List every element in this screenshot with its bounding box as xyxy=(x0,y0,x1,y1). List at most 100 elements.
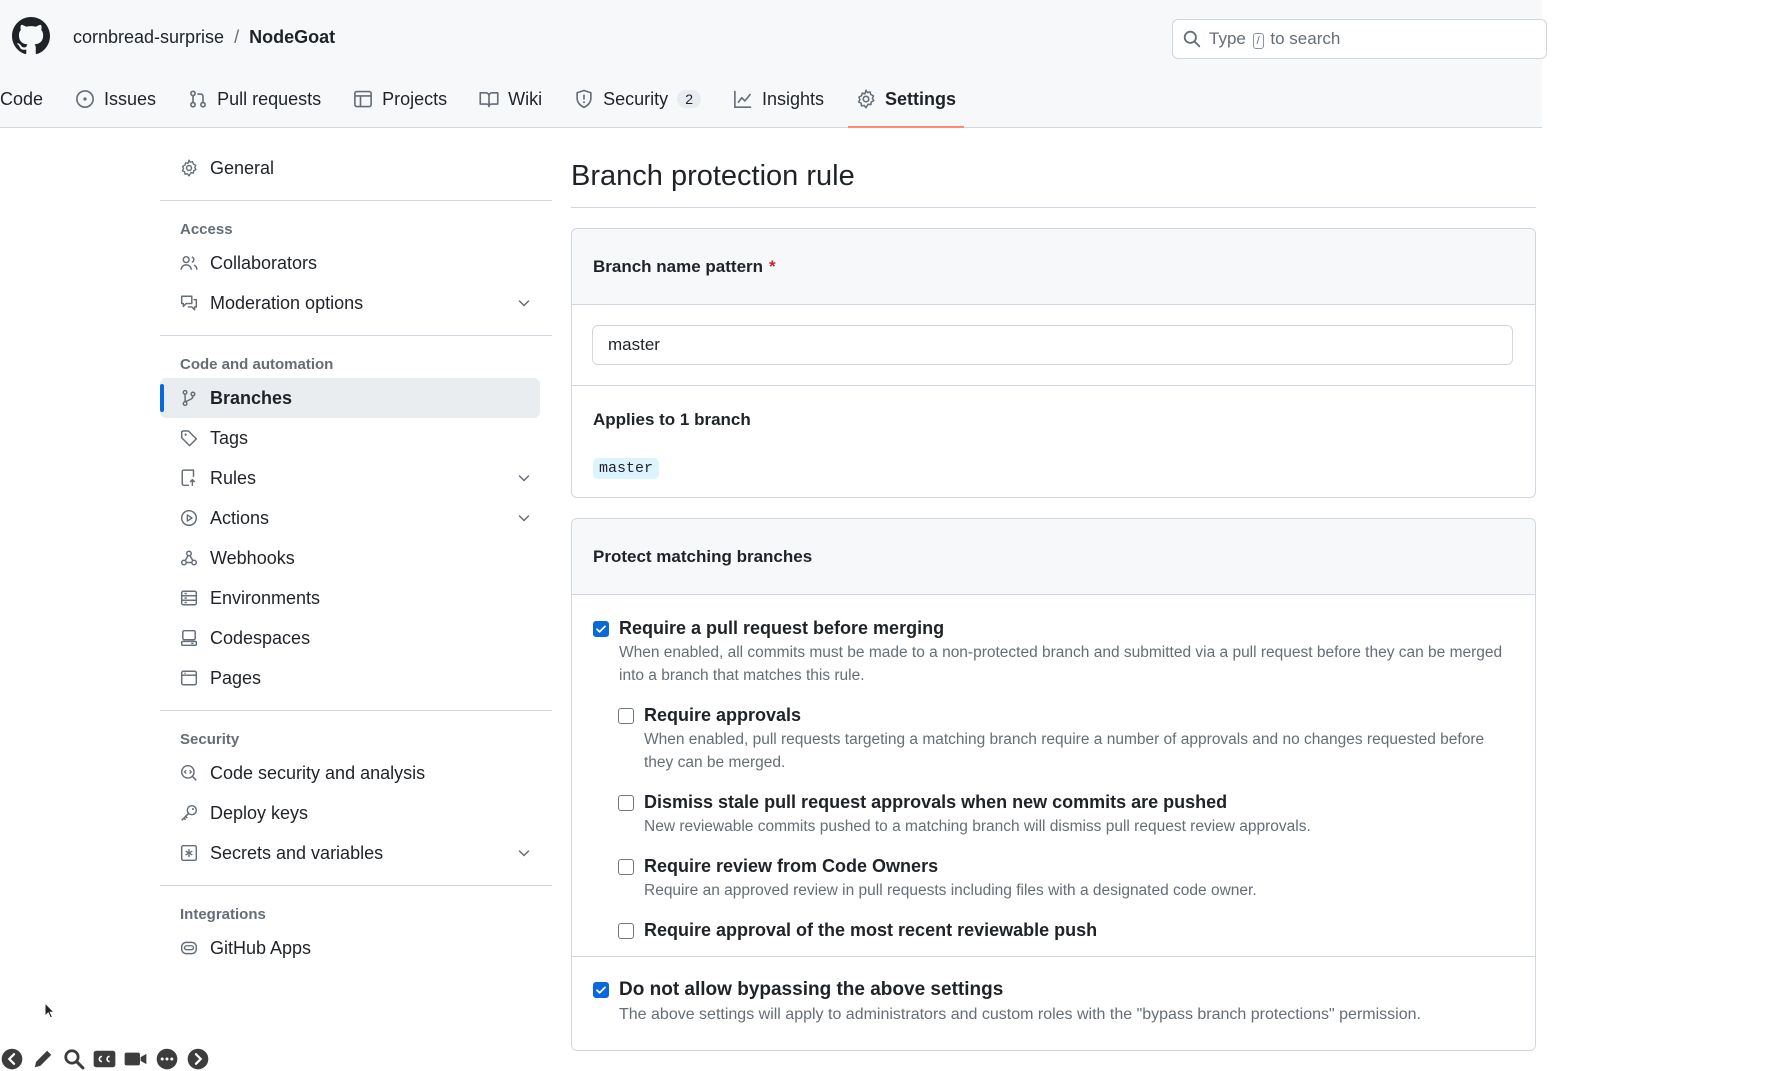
sidebar-item-webhooks[interactable]: Webhooks xyxy=(160,538,552,578)
tab-wiki[interactable]: Wiki xyxy=(463,78,558,120)
codespaces-icon xyxy=(180,629,198,647)
tab-settings-label: Settings xyxy=(885,88,957,109)
chevron-down-icon[interactable] xyxy=(516,845,532,861)
sidebar-item-label: Moderation options xyxy=(210,292,364,313)
asterisk-icon xyxy=(180,844,198,862)
sidebar-item-label: General xyxy=(210,157,275,178)
rule-description: Require an approved review in pull reque… xyxy=(644,882,1257,899)
rule-title: Require a pull request before merging xyxy=(619,618,945,638)
bypass-setting: Do not allow bypassing the above setting… xyxy=(572,956,1535,1050)
breadcrumb-separator: / xyxy=(234,27,240,47)
applies-title: Applies to 1 branch xyxy=(593,410,751,429)
key-icon xyxy=(180,804,198,822)
sidebar-item-label: Deploy keys xyxy=(210,802,309,823)
search-placeholder-suffix: to search xyxy=(1270,29,1341,48)
sidebar-item-tags[interactable]: Tags xyxy=(160,418,552,458)
app-window: cornbread-surprise / NodeGoat Type / to … xyxy=(0,0,1767,1071)
protection-rules-list[interactable]: Require a pull request before merging Wh… xyxy=(572,596,1535,956)
repo-nav-tabs: Code Issues Pull requests Projects Wiki … xyxy=(0,78,972,128)
tab-pull-requests[interactable]: Pull requests xyxy=(172,78,337,120)
play-icon xyxy=(180,509,198,527)
tab-insights[interactable]: Insights xyxy=(717,78,840,120)
sidebar-section-integrations: Integrations xyxy=(180,905,266,923)
chevron-down-icon[interactable] xyxy=(516,510,532,526)
dismiss-stale-approvals-checkbox[interactable] xyxy=(618,795,634,811)
forward-arrow-icon[interactable] xyxy=(186,1047,209,1070)
sidebar-item-moderation-options[interactable]: Moderation options xyxy=(160,283,552,323)
rule-dismiss-stale-approvals: Dismiss stale pull request approvals whe… xyxy=(618,792,1514,838)
sidebar-item-actions[interactable]: Actions xyxy=(160,498,552,538)
tab-issues[interactable]: Issues xyxy=(59,78,172,120)
require-pull-request-checkbox[interactable] xyxy=(593,621,609,637)
sidebar-item-pages[interactable]: Pages xyxy=(160,658,552,698)
sidebar-item-label: Pages xyxy=(210,667,262,688)
tab-code[interactable]: Code xyxy=(0,78,59,120)
rule-title: Do not allow bypassing the above setting… xyxy=(619,979,1004,1000)
tab-wiki-label: Wiki xyxy=(508,88,543,109)
breadcrumb-repo[interactable]: NodeGoat xyxy=(249,27,335,48)
tab-code-label: Code xyxy=(0,88,44,109)
sidebar-item-github-apps[interactable]: GitHub Apps xyxy=(160,928,552,968)
rule-description: New reviewable commits pushed to a match… xyxy=(644,818,1311,835)
search-input[interactable]: Type / to search xyxy=(1172,19,1547,59)
security-count-badge: 2 xyxy=(677,90,701,108)
more-options-icon[interactable] xyxy=(155,1047,178,1070)
rule-description: When enabled, all commits must be made t… xyxy=(619,644,1503,684)
required-mark: * xyxy=(769,256,776,276)
sidebar-section-security: Security xyxy=(180,730,240,748)
browser-icon xyxy=(180,669,198,687)
graph-icon xyxy=(733,89,753,109)
require-code-owner-review-checkbox[interactable] xyxy=(618,859,634,875)
github-logo-icon[interactable] xyxy=(12,17,50,55)
tab-projects[interactable]: Projects xyxy=(337,78,463,120)
branch-pattern-input[interactable] xyxy=(592,325,1513,365)
rule-title: Require review from Code Owners xyxy=(644,856,939,876)
sidebar-item-label: Secrets and variables xyxy=(210,842,384,863)
breadcrumb-owner[interactable]: cornbread-surprise xyxy=(73,27,224,48)
matched-branch-label: master xyxy=(593,458,660,479)
protect-branches-box: Protect matching branches Require a pull… xyxy=(571,518,1536,1051)
sidebar-item-environments[interactable]: Environments xyxy=(160,578,552,618)
rule-description: When enabled, pull requests targeting a … xyxy=(644,731,1485,771)
rule-title: Require approval of the most recent revi… xyxy=(644,920,1098,940)
captions-icon[interactable] xyxy=(93,1047,116,1070)
sidebar-item-branches[interactable]: Branches xyxy=(160,378,540,418)
tab-pull-requests-label: Pull requests xyxy=(217,88,322,109)
sidebar-divider xyxy=(160,710,552,711)
sidebar-divider xyxy=(160,200,552,201)
rule-require-pull-request: Require a pull request before merging Wh… xyxy=(593,618,1514,687)
no-bypass-checkbox[interactable] xyxy=(593,982,609,998)
search-placeholder: Type / to search xyxy=(1209,29,1340,49)
protect-branches-header: Protect matching branches xyxy=(572,519,1535,595)
people-icon xyxy=(180,254,198,272)
sidebar-item-collaborators[interactable]: Collaborators xyxy=(160,243,552,283)
sidebar-section-code-automation: Code and automation xyxy=(180,355,334,373)
tab-settings[interactable]: Settings xyxy=(840,78,972,128)
back-arrow-icon[interactable] xyxy=(0,1047,23,1070)
sidebar-item-secrets-variables[interactable]: Secrets and variables xyxy=(160,833,552,873)
tab-security[interactable]: Security 2 xyxy=(558,78,717,120)
require-approvals-checkbox[interactable] xyxy=(618,708,634,724)
main-content: Branch protection rule Branch name patte… xyxy=(571,160,1536,1051)
camera-icon[interactable] xyxy=(124,1047,147,1070)
zoom-icon[interactable] xyxy=(62,1047,85,1070)
sidebar-item-rules[interactable]: Rules xyxy=(160,458,552,498)
recorder-toolbar xyxy=(0,1046,209,1071)
mouse-cursor-icon xyxy=(44,1002,56,1020)
chevron-down-icon[interactable] xyxy=(516,295,532,311)
require-recent-push-approval-checkbox[interactable] xyxy=(618,923,634,939)
pull-request-icon xyxy=(188,89,208,109)
sidebar-item-code-security[interactable]: Code security and analysis xyxy=(160,753,552,793)
chevron-down-icon[interactable] xyxy=(516,470,532,486)
sidebar-item-general[interactable]: General xyxy=(160,148,552,188)
pencil-icon[interactable] xyxy=(31,1047,54,1070)
search-placeholder-prefix: Type xyxy=(1209,29,1246,48)
server-icon xyxy=(180,589,198,607)
codescan-icon xyxy=(180,764,198,782)
branch-pattern-label: Branch name pattern xyxy=(593,256,764,276)
sidebar-item-label: Environments xyxy=(210,587,321,608)
sidebar-item-codespaces[interactable]: Codespaces xyxy=(160,618,552,658)
tab-security-label: Security xyxy=(603,88,669,109)
sidebar-item-deploy-keys[interactable]: Deploy keys xyxy=(160,793,552,833)
rule-title: Dismiss stale pull request approvals whe… xyxy=(644,792,1228,812)
